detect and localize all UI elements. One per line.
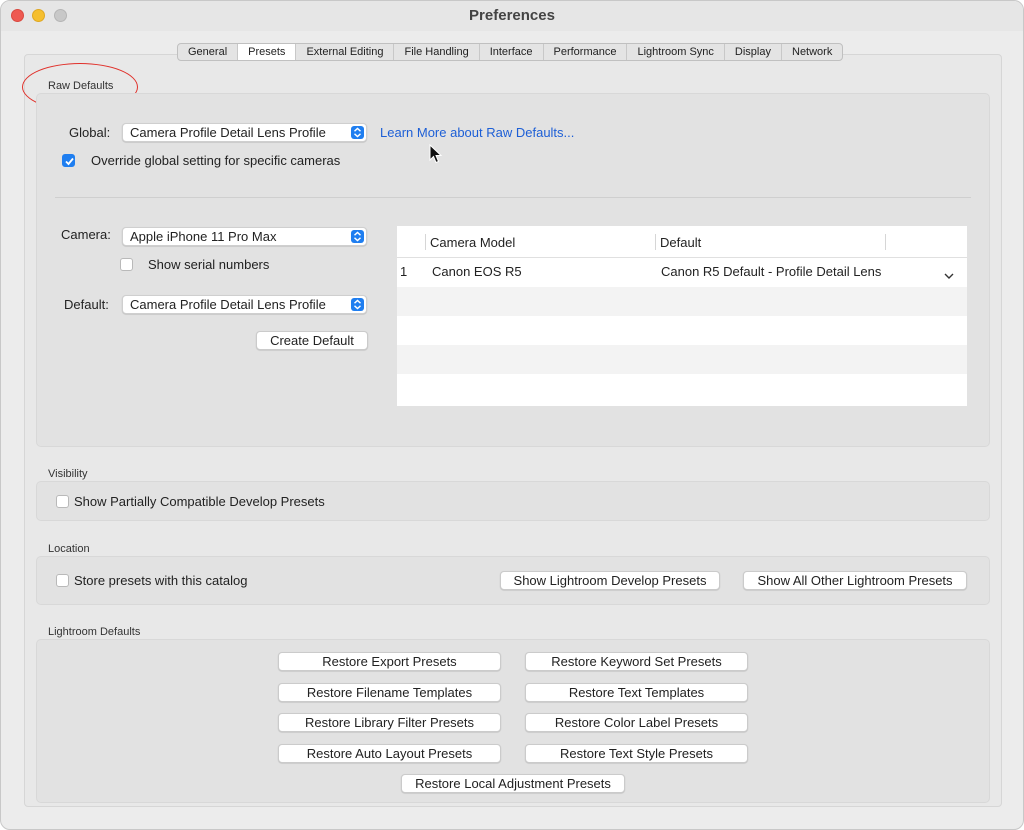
restore-text-templates-button[interactable]: Restore Text Templates bbox=[525, 683, 748, 702]
chevron-down-icon[interactable] bbox=[944, 268, 954, 283]
show-develop-presets-button[interactable]: Show Lightroom Develop Presets bbox=[500, 571, 720, 590]
row-camera-model: Canon EOS R5 bbox=[432, 264, 522, 279]
default-label: Default: bbox=[64, 297, 109, 312]
camera-select[interactable]: Apple iPhone 11 Pro Max bbox=[122, 227, 367, 246]
camera-value: Apple iPhone 11 Pro Max bbox=[130, 229, 277, 244]
tab-display[interactable]: Display bbox=[723, 44, 781, 60]
table-row[interactable]: 1 Canon EOS R5 Canon R5 Default - Profil… bbox=[397, 258, 967, 287]
serial-numbers-checkbox[interactable] bbox=[120, 258, 133, 271]
column-default[interactable]: Default bbox=[660, 235, 701, 250]
table-row-empty bbox=[397, 287, 967, 316]
tab-lightroom-sync[interactable]: Lightroom Sync bbox=[626, 44, 723, 60]
restore-keyword-set-presets-button[interactable]: Restore Keyword Set Presets bbox=[525, 652, 748, 671]
table-row-empty bbox=[397, 316, 967, 345]
tab-file-handling[interactable]: File Handling bbox=[393, 44, 478, 60]
partially-compatible-label: Show Partially Compatible Develop Preset… bbox=[74, 494, 325, 509]
title-bar: Preferences bbox=[1, 1, 1023, 31]
tab-external-editing[interactable]: External Editing bbox=[295, 44, 393, 60]
separator bbox=[55, 197, 971, 198]
checkmark-icon bbox=[65, 157, 74, 166]
partially-compatible-checkbox[interactable] bbox=[56, 495, 69, 508]
store-with-catalog-label: Store presets with this catalog bbox=[74, 573, 248, 588]
global-profile-select[interactable]: Camera Profile Detail Lens Profile bbox=[122, 123, 367, 142]
location-heading: Location bbox=[48, 543, 90, 555]
tab-performance[interactable]: Performance bbox=[542, 44, 627, 60]
default-profile-value: Camera Profile Detail Lens Profile bbox=[130, 297, 326, 312]
restore-color-label-presets-button[interactable]: Restore Color Label Presets bbox=[525, 713, 748, 732]
restore-library-filter-presets-button[interactable]: Restore Library Filter Presets bbox=[278, 713, 501, 732]
store-with-catalog-checkbox[interactable] bbox=[56, 574, 69, 587]
restore-text-style-presets-button[interactable]: Restore Text Style Presets bbox=[525, 744, 748, 763]
column-divider bbox=[885, 234, 886, 250]
table-row-empty bbox=[397, 374, 967, 403]
show-other-presets-button[interactable]: Show All Other Lightroom Presets bbox=[743, 571, 967, 590]
row-default-value: Canon R5 Default - Profile Detail Lens bbox=[661, 264, 882, 279]
updown-arrows-icon bbox=[351, 298, 364, 311]
row-index: 1 bbox=[400, 264, 408, 279]
camera-defaults-table: Camera Model Default 1 Canon EOS R5 Cano… bbox=[397, 226, 967, 406]
lightroom-defaults-heading: Lightroom Defaults bbox=[48, 626, 141, 638]
preferences-window: Preferences General Presets External Edi… bbox=[0, 0, 1024, 830]
updown-arrows-icon bbox=[351, 230, 364, 243]
camera-label: Camera: bbox=[61, 227, 111, 242]
column-divider bbox=[655, 234, 656, 250]
mouse-cursor-icon bbox=[429, 143, 443, 167]
table-row-empty bbox=[397, 345, 967, 374]
tab-general[interactable]: General bbox=[178, 44, 237, 60]
override-checkbox[interactable] bbox=[62, 154, 75, 167]
tab-network[interactable]: Network bbox=[781, 44, 842, 60]
column-camera-model[interactable]: Camera Model bbox=[430, 235, 515, 250]
preferences-tabs: General Presets External Editing File Ha… bbox=[177, 43, 844, 61]
default-profile-select[interactable]: Camera Profile Detail Lens Profile bbox=[122, 295, 367, 314]
global-profile-value: Camera Profile Detail Lens Profile bbox=[130, 125, 326, 140]
tab-interface[interactable]: Interface bbox=[478, 44, 543, 60]
restore-auto-layout-presets-button[interactable]: Restore Auto Layout Presets bbox=[278, 744, 501, 763]
restore-filename-templates-button[interactable]: Restore Filename Templates bbox=[278, 683, 501, 702]
column-divider bbox=[425, 234, 426, 250]
serial-numbers-label: Show serial numbers bbox=[148, 257, 270, 272]
visibility-heading: Visibility bbox=[48, 468, 88, 480]
restore-export-presets-button[interactable]: Restore Export Presets bbox=[278, 652, 501, 671]
learn-more-link[interactable]: Learn More about Raw Defaults... bbox=[380, 125, 574, 140]
tab-presets[interactable]: Presets bbox=[237, 44, 296, 60]
create-default-button[interactable]: Create Default bbox=[256, 331, 368, 350]
global-label: Global: bbox=[69, 125, 111, 140]
override-label: Override global setting for specific cam… bbox=[91, 153, 341, 168]
restore-local-adjustment-presets-button[interactable]: Restore Local Adjustment Presets bbox=[401, 774, 625, 793]
table-header: Camera Model Default bbox=[397, 226, 967, 258]
window-title: Preferences bbox=[469, 7, 555, 24]
updown-arrows-icon bbox=[351, 126, 364, 139]
